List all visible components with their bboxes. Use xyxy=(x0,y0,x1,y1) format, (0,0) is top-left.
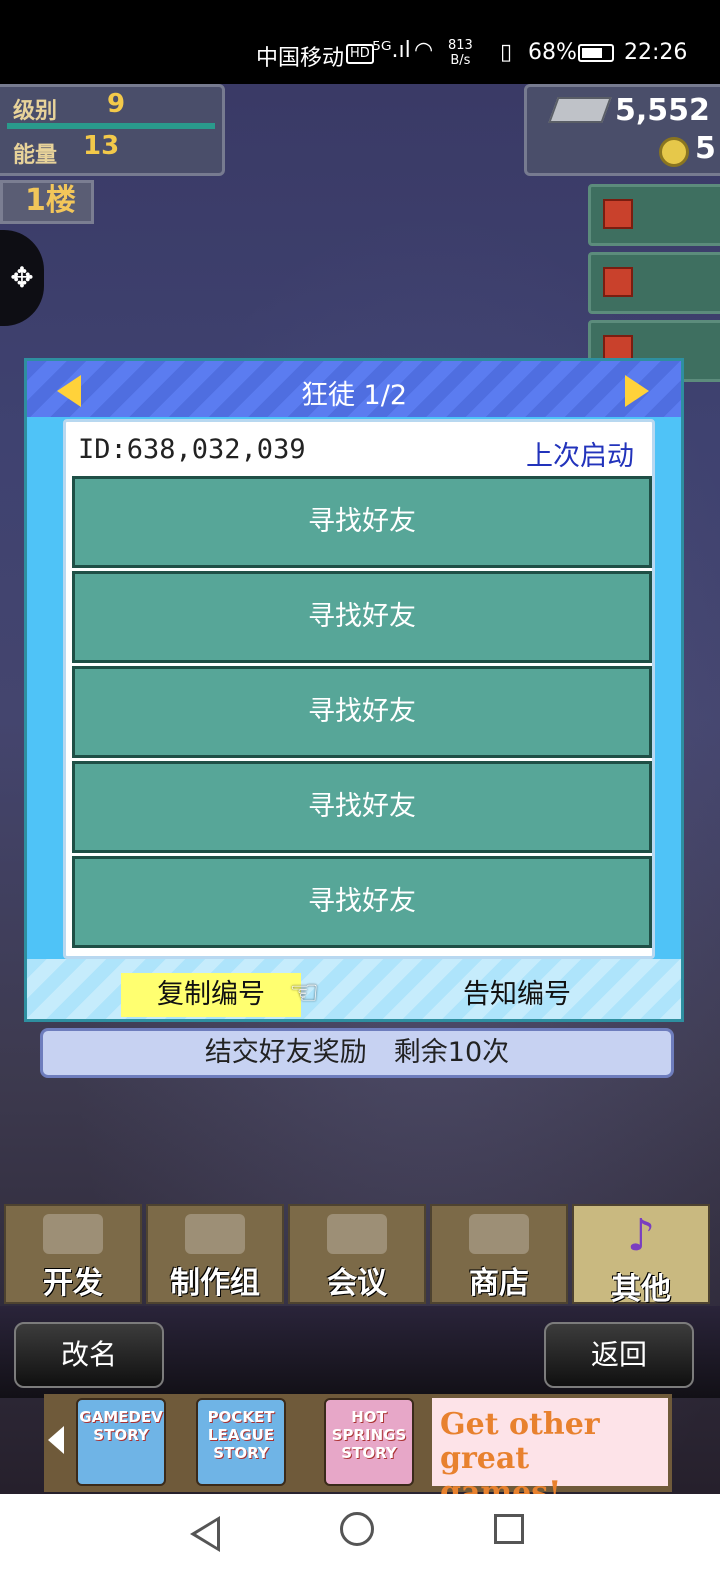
ad-banner[interactable]: GAMEDEV STORY POCKET LEAGUE STORY HOT SP… xyxy=(44,1394,672,1510)
shop-box-icon xyxy=(469,1214,529,1254)
music-note-icon: ♪ xyxy=(626,1210,656,1261)
signal-icon: ⁵ᴳ.ıl xyxy=(372,38,411,63)
wifi-icon: ◠ xyxy=(414,38,434,63)
network-speed: 813 B/s xyxy=(448,38,473,68)
tab-label: 其他 xyxy=(611,1272,671,1307)
player-id: ID:638,032,039 xyxy=(78,434,306,465)
energy-value: 13 xyxy=(83,131,120,161)
find-friend-button[interactable]: 寻找好友 xyxy=(72,571,652,663)
chat-bubble-icon xyxy=(327,1214,387,1254)
tab-team[interactable]: 制作组 xyxy=(146,1204,284,1304)
dialog-title: 狂徒 1/2 xyxy=(300,380,408,411)
money-icon xyxy=(548,97,612,123)
friend-reward-bar: 结交好友奖励 剩余10次 xyxy=(40,1028,674,1078)
nav-recents-icon[interactable] xyxy=(494,1514,524,1544)
nav-home-icon[interactable] xyxy=(340,1512,374,1546)
coin-icon xyxy=(659,137,689,167)
tab-label: 会议 xyxy=(327,1266,387,1301)
find-friend-button[interactable]: 寻找好友 xyxy=(72,761,652,853)
hd-icon: HD xyxy=(346,44,374,64)
side-item[interactable] xyxy=(588,252,720,314)
ad-game-tile[interactable]: HOT SPRINGS STORY xyxy=(324,1398,414,1486)
system-nav-bar xyxy=(0,1494,720,1584)
copy-id-button[interactable]: 复制编号 xyxy=(121,973,301,1017)
people-icon xyxy=(185,1214,245,1254)
energy-label: 能量 xyxy=(13,143,58,168)
gift-box-icon xyxy=(603,267,633,297)
floor-indicator: 1楼 xyxy=(0,180,94,224)
ad-cta[interactable]: Get other great games! xyxy=(432,1398,668,1510)
stats-panel: 级别 9 能量 13 xyxy=(0,84,225,176)
speed-unit: B/s xyxy=(450,53,471,68)
tab-label: 制作组 xyxy=(170,1266,260,1301)
level-progress-bar xyxy=(7,123,215,129)
currency-panel: 5,552 5 xyxy=(524,84,720,176)
level-value: 9 xyxy=(107,89,126,119)
friends-dialog: 狂徒 1/2 ID:638,032,039 上次启动 寻找好友 寻找好友 寻找好… xyxy=(24,358,684,1022)
tab-meeting[interactable]: 会议 xyxy=(288,1204,426,1304)
speed-value: 813 xyxy=(448,38,473,53)
tab-label: 商店 xyxy=(469,1266,529,1301)
tab-develop[interactable]: 开发 xyxy=(4,1204,142,1304)
share-id-button[interactable]: 告知编号 xyxy=(427,973,607,1017)
status-bar: 中国移动 HD ⁵ᴳ.ıl ◠ 813 B/s ▯ 68% 22:26 xyxy=(0,0,720,84)
battery-percent: 68% xyxy=(528,40,577,65)
battery-icon xyxy=(578,44,614,62)
next-page-arrow-icon[interactable] xyxy=(625,375,649,407)
gift-box-icon xyxy=(603,199,633,229)
tab-label: 开发 xyxy=(43,1266,103,1301)
find-friend-button[interactable]: 寻找好友 xyxy=(72,666,652,758)
friend-list-panel: ID:638,032,039 上次启动 寻找好友 寻找好友 寻找好友 寻找好友 … xyxy=(63,419,655,959)
last-start-label: 上次启动 xyxy=(526,441,634,472)
ad-game-tile[interactable]: GAMEDEV STORY xyxy=(76,1398,166,1486)
rename-button[interactable]: 改名 xyxy=(14,1322,164,1388)
side-item[interactable] xyxy=(588,184,720,246)
coin-value: 5 xyxy=(695,131,716,166)
ad-prev-arrow-icon[interactable] xyxy=(48,1426,64,1454)
tab-shop[interactable]: 商店 xyxy=(430,1204,568,1304)
money-value: 5,552 xyxy=(615,93,710,128)
pointing-hand-icon: ☜ xyxy=(289,973,320,1013)
ad-game-tile[interactable]: POCKET LEAGUE STORY xyxy=(196,1398,286,1486)
clock: 22:26 xyxy=(624,40,688,65)
monitor-icon xyxy=(43,1214,103,1254)
back-button[interactable]: 返回 xyxy=(544,1322,694,1388)
find-friend-button[interactable]: 寻找好友 xyxy=(72,856,652,948)
nav-back-icon[interactable] xyxy=(190,1516,220,1552)
carrier-label: 中国移动 xyxy=(256,46,345,71)
level-label: 级别 xyxy=(13,99,58,124)
vibrate-icon: ▯ xyxy=(500,40,513,65)
find-friend-button[interactable]: 寻找好友 xyxy=(72,476,652,568)
tab-other[interactable]: ♪ 其他 xyxy=(572,1204,710,1307)
